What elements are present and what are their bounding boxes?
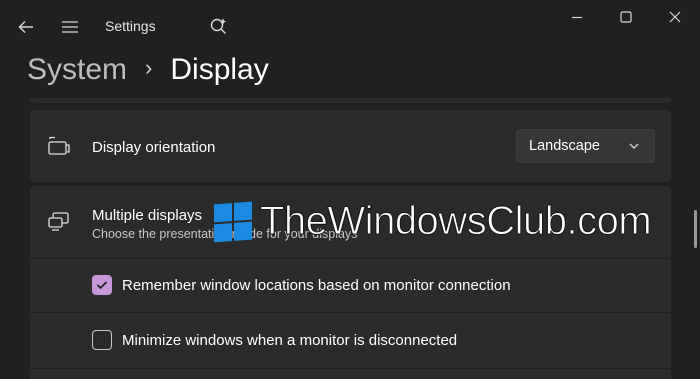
minimize-windows-label: Minimize windows when a monitor is disco… [122,331,458,349]
back-button[interactable] [12,14,40,40]
breadcrumb: System › Display [27,48,269,92]
close-icon [669,11,681,23]
orientation-dropdown[interactable]: Landscape [516,129,655,163]
minimize-icon [572,16,582,19]
orientation-selected-value: Landscape [529,138,600,154]
next-setting-row [30,369,671,379]
search-button[interactable] [204,12,234,40]
minimize-windows-option[interactable]: Minimize windows when a monitor is disco… [92,330,457,350]
title-bar: Settings [0,0,700,48]
display-orientation-card: Display orientation Landscape [30,110,671,182]
multiple-displays-description: Choose the presentation mode for your di… [92,227,358,241]
settings-window: Settings System › Display Display orient… [0,0,700,379]
search-icon [210,18,227,35]
remember-window-locations-option[interactable]: Remember window locations based on monit… [92,275,511,295]
multiple-displays-icon [47,209,71,233]
remember-window-locations-checkbox[interactable] [92,275,112,295]
navigation-menu-button[interactable] [56,14,84,40]
arrow-left-icon [18,21,33,33]
display-orientation-icon [47,134,71,158]
hamburger-icon [62,21,78,33]
page-title: Display [170,53,269,86]
close-button[interactable] [660,4,690,30]
app-title: Settings [105,18,156,34]
remember-window-locations-label: Remember window locations based on monit… [122,276,511,294]
chevron-down-icon [629,143,639,149]
minimize-button[interactable] [562,4,592,30]
maximize-button[interactable] [611,4,641,30]
previous-setting-card [30,98,671,103]
minimize-windows-checkbox[interactable] [92,330,112,350]
remember-window-locations-row: Remember window locations based on monit… [30,259,671,312]
scrollbar[interactable] [694,210,697,248]
minimize-windows-row: Minimize windows when a monitor is disco… [30,313,671,368]
checkmark-icon [96,281,108,290]
display-orientation-label: Display orientation [92,139,216,156]
maximize-icon [620,11,632,23]
breadcrumb-system[interactable]: System [27,53,127,87]
multiple-displays-label: Multiple displays [92,207,203,224]
multiple-displays-header[interactable]: Multiple displays Choose the presentatio… [30,186,671,258]
chevron-right-icon: › [145,55,153,80]
